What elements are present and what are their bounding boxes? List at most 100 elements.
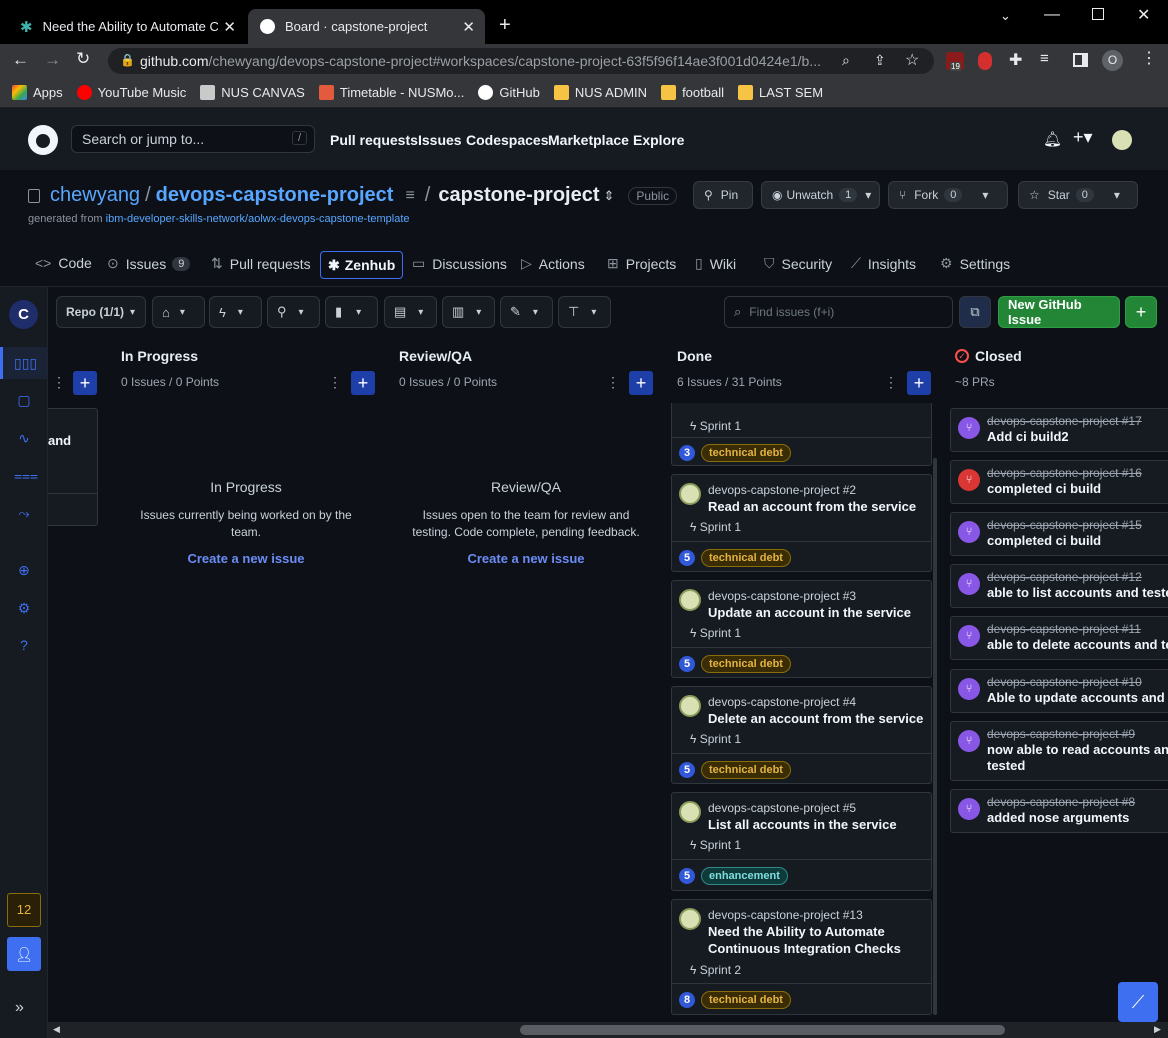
- column-menu-icon[interactable]: ⋮: [52, 374, 66, 391]
- tab-projects[interactable]: ⊞ Projects: [607, 255, 676, 272]
- bookmark-github[interactable]: GitHub: [478, 85, 540, 100]
- pr-card[interactable]: ⑂ devops-capstone-project #8 added nose ar…: [950, 789, 1168, 833]
- reports-float-icon[interactable]: ⟋: [1118, 982, 1158, 1022]
- scroll-right-icon[interactable]: ▶: [1154, 1024, 1161, 1035]
- back-icon[interactable]: ←: [12, 50, 29, 70]
- edit-filter-button[interactable]: ✎ ▾: [500, 296, 553, 328]
- fork-button[interactable]: ⑂ Fork 0 ▾: [888, 181, 1008, 209]
- github-logo-icon[interactable]: [28, 125, 58, 155]
- tab-insights[interactable]: ⟋ Insights: [851, 255, 916, 272]
- nav-issues[interactable]: Issues: [418, 132, 462, 148]
- zoom-icon[interactable]: ⌕: [842, 52, 850, 69]
- notifications-count-badge[interactable]: 12: [7, 893, 41, 927]
- side-panel-icon[interactable]: [1073, 53, 1088, 67]
- add-issue-button[interactable]: +: [629, 371, 653, 395]
- user-avatar[interactable]: [1112, 130, 1132, 150]
- pr-card[interactable]: ⑂ devops-capstone-project #9 now able to r…: [950, 721, 1168, 781]
- add-issue-button[interactable]: +: [351, 371, 375, 395]
- share-icon[interactable]: ⇪: [874, 52, 886, 69]
- tab-code[interactable]: <> Code: [35, 255, 92, 271]
- browser-tab-2[interactable]: Board · capstone-project ✕: [248, 9, 485, 44]
- github-search-input[interactable]: Search or jump to... /: [71, 125, 315, 153]
- bookmark-star-icon[interactable]: ☆: [905, 50, 919, 70]
- nav-marketplace[interactable]: Marketplace: [548, 132, 629, 148]
- column-menu-icon[interactable]: ⋮: [606, 374, 620, 391]
- workspace-switch-icon[interactable]: ⇕: [604, 188, 615, 204]
- issue-card[interactable]: devops-capstone-project #2 Read an accou…: [671, 474, 932, 572]
- bookmark-nus-admin[interactable]: NUS ADMIN: [553, 85, 647, 100]
- tab-zenhub[interactable]: ✱ Zenhub: [320, 251, 404, 279]
- nav-codespaces[interactable]: Codespaces: [466, 132, 548, 148]
- close-tab-icon[interactable]: ✕: [462, 18, 475, 36]
- add-plus-button[interactable]: +: [1125, 296, 1157, 328]
- pr-card[interactable]: ⑂ devops-capstone-project #12 able to list…: [950, 564, 1168, 608]
- assignee-filter-button[interactable]: ⚲ ▾: [267, 296, 320, 328]
- bookmark-nus-canvas[interactable]: NUS CANVAS: [200, 85, 305, 100]
- scrollbar-thumb[interactable]: [520, 1025, 1005, 1035]
- board-icon[interactable]: ▯▯▯: [14, 353, 37, 373]
- reload-icon[interactable]: ↻: [76, 49, 90, 69]
- tab-settings[interactable]: ⚙ Settings: [940, 255, 1010, 272]
- repo-owner-link[interactable]: chewyang: [50, 184, 140, 207]
- star-button[interactable]: ☆ Star 0 ▾: [1018, 181, 1138, 209]
- ublock-extension-icon[interactable]: 19: [946, 52, 964, 71]
- label-filter-button[interactable]: ⌂ ▾: [152, 296, 205, 328]
- find-issues-input[interactable]: ⌕ Find issues (f+i): [724, 296, 953, 328]
- tab-wiki[interactable]: ▯ Wiki: [695, 255, 736, 272]
- bookmark-apps[interactable]: Apps: [12, 85, 63, 100]
- epic-filter-button[interactable]: ▤ ▾: [384, 296, 437, 328]
- partial-card[interactable]: and: [48, 408, 98, 526]
- red-extension-icon[interactable]: [978, 52, 992, 70]
- maximize-icon[interactable]: [1092, 8, 1104, 20]
- pr-card[interactable]: ⑂ devops-capstone-project #11 able to dele…: [950, 616, 1168, 660]
- settings-gear-icon[interactable]: ⚙: [14, 598, 34, 618]
- tab-search-icon[interactable]: ⌄: [1000, 8, 1011, 24]
- browser-tab-1[interactable]: ✱ Need the Ability to Automate Co ✕: [8, 9, 246, 44]
- add-issue-button[interactable]: +: [907, 371, 931, 395]
- view-toggle-icon[interactable]: ⧉: [959, 296, 991, 328]
- new-tab-icon[interactable]: +: [499, 14, 511, 37]
- bookmark-football[interactable]: football: [661, 85, 724, 100]
- url-field[interactable]: 🔒 github.com/chewyang/devops-capstone-pr…: [108, 48, 934, 74]
- reports-icon[interactable]: ∿: [14, 428, 34, 448]
- workspace-avatar[interactable]: C: [9, 300, 38, 329]
- repo-name-link[interactable]: devops-capstone-project: [156, 184, 394, 207]
- tab-discussions[interactable]: ▭ Discussions: [412, 255, 507, 272]
- issue-card[interactable]: devops-capstone-project #13 Need the Abi…: [671, 899, 932, 1015]
- workspace-name[interactable]: capstone-project: [438, 184, 599, 207]
- nav-pull-requests[interactable]: Pull requests: [330, 132, 418, 148]
- board-horizontal-scrollbar[interactable]: ◀ ▶: [48, 1022, 1168, 1038]
- profile-avatar[interactable]: O: [1102, 50, 1123, 71]
- pr-card[interactable]: ⑂ devops-capstone-project #15 completed ci…: [950, 512, 1168, 556]
- bookmark-youtube-music[interactable]: YouTube Music: [76, 85, 186, 100]
- close-tab-icon[interactable]: ✕: [223, 18, 236, 36]
- milestone-filter-button[interactable]: ▮ ▾: [325, 296, 378, 328]
- help-icon[interactable]: ?: [14, 635, 34, 655]
- invite-user-icon[interactable]: 👤︎: [7, 937, 41, 971]
- extensions-puzzle-icon[interactable]: ✚: [1009, 50, 1022, 70]
- pr-card[interactable]: ⑂ devops-capstone-project #10 Able to upda…: [950, 669, 1168, 713]
- dependencies-icon[interactable]: ⤳: [14, 503, 34, 523]
- notifications-bell-icon[interactable]: 🔔︎: [1043, 130, 1062, 148]
- issue-card[interactable]: devops-capstone-project #4 Delete an acc…: [671, 686, 932, 784]
- column-menu-icon[interactable]: ⋮: [884, 374, 898, 391]
- media-control-icon[interactable]: ≡: [1040, 50, 1049, 67]
- create-new-issue-link[interactable]: Create a new issue: [136, 551, 356, 566]
- add-issue-button[interactable]: +: [73, 371, 97, 395]
- create-new-issue-link[interactable]: Create a new issue: [408, 551, 644, 566]
- roadmap-icon[interactable]: ▢: [14, 390, 34, 410]
- issue-card[interactable]: devops-capstone-project #3 Update an acc…: [671, 580, 932, 678]
- column-menu-icon[interactable]: ⋮: [328, 374, 342, 391]
- template-link[interactable]: ibm-developer-skills-network/aolwx-devop…: [106, 213, 410, 225]
- nav-explore[interactable]: Explore: [633, 132, 684, 148]
- tab-actions[interactable]: ▷ Actions: [521, 255, 585, 272]
- close-window-icon[interactable]: ✕: [1137, 5, 1150, 25]
- expand-sidebar-icon[interactable]: »: [15, 999, 24, 1017]
- repo-filter-dropdown[interactable]: Repo (1/1) ▾: [56, 296, 146, 328]
- pr-card[interactable]: ⑂ devops-capstone-project #16 completed ci…: [950, 460, 1168, 504]
- unwatch-button[interactable]: ◉ Unwatch 1 ▾: [761, 181, 880, 209]
- create-new-plus-icon[interactable]: +▾: [1073, 127, 1093, 148]
- tab-issues[interactable]: ⊙ Issues 9: [107, 255, 191, 272]
- release-filter-button[interactable]: ▥ ▾: [442, 296, 495, 328]
- sprints-icon[interactable]: ⩶: [14, 465, 38, 485]
